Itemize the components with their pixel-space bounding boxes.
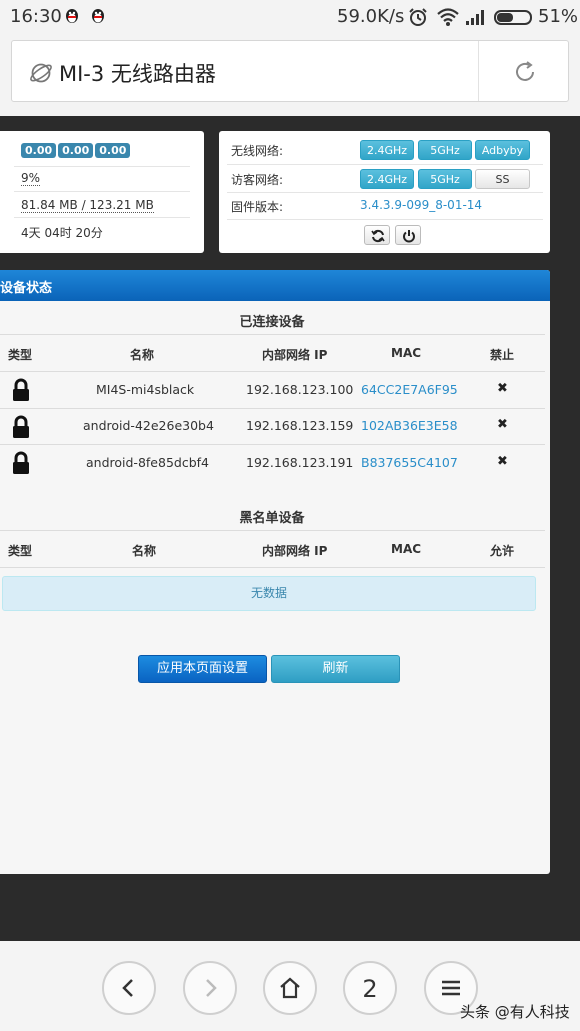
column-header: MAC [391, 542, 422, 556]
device-ip: 192.168.123.100 [246, 382, 354, 397]
device-name: android-42e26e30b4 [83, 418, 214, 433]
globe-icon [30, 63, 52, 83]
column-header: 内部网络 IP [262, 348, 328, 362]
reboot-button[interactable] [395, 225, 421, 245]
divider [14, 191, 190, 192]
cpu-usage-value: 9% [21, 171, 41, 186]
load-average: 0.00 0.00 0.00 [21, 143, 132, 158]
divider [14, 217, 190, 218]
column-header: MAC [391, 346, 422, 360]
divider [14, 166, 190, 167]
lock-icon [13, 451, 29, 474]
device-status-header: 设备状态 [0, 270, 550, 301]
no-data-message: 无数据 [2, 576, 536, 611]
qq-penguin-icon [92, 9, 104, 23]
memory-usage: 81.84 MB / 123.21 MB [21, 198, 154, 213]
network-panel: 无线网络: 2.4GHz 5GHz Adbyby 访客网络: 2.4GHz 5G… [219, 131, 550, 253]
memory-usage-value: 81.84 MB / 123.21 MB [21, 198, 154, 213]
alarm-icon [409, 8, 427, 26]
device-ip: 192.168.123.159 [246, 418, 354, 433]
battery-icon [494, 10, 532, 25]
refresh-status-button[interactable] [364, 225, 390, 245]
device-name: android-8fe85dcbf4 [86, 455, 209, 470]
load-badge: 0.00 [21, 143, 57, 158]
address-bar[interactable]: MI-3 无线路由器 [11, 40, 569, 102]
divider [0, 444, 545, 445]
blacklist-title: 黑名单设备 [239, 511, 305, 526]
column-header: 允许 [490, 544, 515, 558]
uptime: 4天 04时 20分 [21, 226, 103, 240]
tab-count: 2 [362, 975, 378, 1003]
hamburger-menu-icon [442, 980, 460, 996]
browser-toolbar: MI-3 无线路由器 [0, 34, 580, 116]
divider [0, 567, 545, 568]
connected-devices-title: 已连接设备 [239, 315, 305, 330]
load-badge: 0.00 [95, 143, 131, 158]
guest-5g-button[interactable]: 5GHz [418, 169, 472, 189]
home-icon [280, 977, 300, 999]
guest-2g-button[interactable]: 2.4GHz [360, 169, 414, 189]
adbyby-button[interactable]: Adbyby [475, 140, 530, 160]
tabs-button[interactable]: 2 [343, 961, 397, 1015]
power-icon [403, 230, 415, 243]
column-header: 类型 [8, 348, 33, 362]
watermark: 头条 @有人科技 [460, 1003, 570, 1021]
column-header: 禁止 [490, 348, 515, 362]
firmware-version-link[interactable]: 3.4.3.9-099_8-01-14 [360, 198, 482, 212]
device-status-panel: 设备状态 已连接设备 类型 名称 内部网络 IP MAC 禁止 MI4S-mi4… [0, 270, 550, 874]
refresh-icon [371, 229, 385, 243]
wireless-label: 无线网络: [231, 144, 284, 158]
column-header: 名称 [132, 544, 157, 558]
chevron-left-icon [122, 979, 133, 997]
chevron-right-icon [206, 979, 217, 997]
guest-label: 访客网络: [231, 173, 284, 187]
network-speed: 59.0K/s [337, 6, 405, 27]
divider [227, 219, 543, 220]
divider [0, 371, 545, 372]
browser-bottom-nav: 2 头条 @有人科技 [0, 941, 580, 1031]
home-button[interactable] [263, 961, 317, 1015]
divider [0, 334, 545, 335]
column-header: 内部网络 IP [262, 544, 328, 558]
device-mac-link[interactable]: B837655C4107 [361, 455, 458, 470]
firmware-label: 固件版本: [231, 200, 284, 214]
load-badge: 0.00 [58, 143, 94, 158]
block-device-icon[interactable]: ✖ [497, 381, 508, 396]
cpu-usage: 9% [21, 171, 41, 186]
device-name: MI4S-mi4sblack [96, 382, 195, 397]
signal-strength-icon [466, 10, 484, 25]
lock-icon [13, 378, 29, 401]
back-button[interactable] [102, 961, 156, 1015]
column-header: 类型 [8, 544, 33, 558]
device-mac-link[interactable]: 64CC2E7A6F95 [361, 382, 458, 397]
battery-percent: 51% [538, 6, 579, 27]
divider [478, 41, 479, 101]
device-ip: 192.168.123.191 [246, 455, 354, 470]
divider [0, 408, 545, 409]
page-title[interactable]: MI-3 无线路由器 [59, 58, 216, 88]
device-mac-link[interactable]: 102AB36E3E58 [361, 418, 458, 433]
wireless-2g-button[interactable]: 2.4GHz [360, 140, 414, 160]
apply-settings-button[interactable]: 应用本页面设置 [138, 655, 267, 683]
wireless-5g-button[interactable]: 5GHz [418, 140, 472, 160]
column-header: 名称 [130, 348, 155, 362]
clock: 16:30 [10, 6, 62, 27]
divider [0, 530, 545, 531]
block-device-icon[interactable]: ✖ [497, 417, 508, 432]
divider [227, 192, 543, 193]
system-info-panel: 0.00 0.00 0.00 9% 81.84 MB / 123.21 MB 4天 … [0, 131, 204, 253]
wifi-icon [437, 8, 459, 26]
reload-icon[interactable] [512, 59, 538, 85]
lock-icon [13, 415, 29, 438]
qq-penguin-icon [66, 9, 78, 23]
block-device-icon[interactable]: ✖ [497, 454, 508, 469]
divider [227, 164, 543, 165]
refresh-button[interactable]: 刷新 [271, 655, 400, 683]
ss-button[interactable]: SS [475, 169, 530, 189]
forward-button[interactable] [183, 961, 237, 1015]
status-bar: 16:30 59.0K/s 51% [0, 0, 580, 34]
